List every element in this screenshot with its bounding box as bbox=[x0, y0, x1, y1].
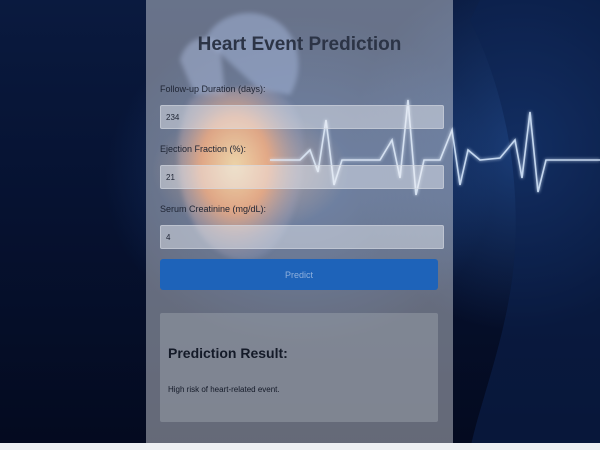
silhouette-shape bbox=[470, 0, 600, 450]
follow-up-duration-input[interactable] bbox=[160, 105, 444, 129]
page-title: Heart Event Prediction bbox=[197, 34, 402, 55]
ejection-fraction-label: Ejection Fraction (%): bbox=[160, 144, 247, 154]
result-message: High risk of heart-related event. bbox=[168, 385, 280, 394]
predict-button[interactable]: Predict bbox=[160, 259, 438, 290]
prediction-result-box: Prediction Result: High risk of heart-re… bbox=[160, 313, 438, 422]
follow-up-duration-label: Follow-up Duration (days): bbox=[160, 84, 266, 94]
serum-creatinine-input[interactable] bbox=[160, 225, 444, 249]
prediction-form-panel: Heart Event Prediction Follow-up Duratio… bbox=[146, 0, 453, 443]
ejection-fraction-input[interactable] bbox=[160, 165, 444, 189]
bottom-strip bbox=[0, 443, 600, 450]
serum-creatinine-label: Serum Creatinine (mg/dL): bbox=[160, 204, 267, 214]
result-heading: Prediction Result: bbox=[168, 345, 288, 361]
